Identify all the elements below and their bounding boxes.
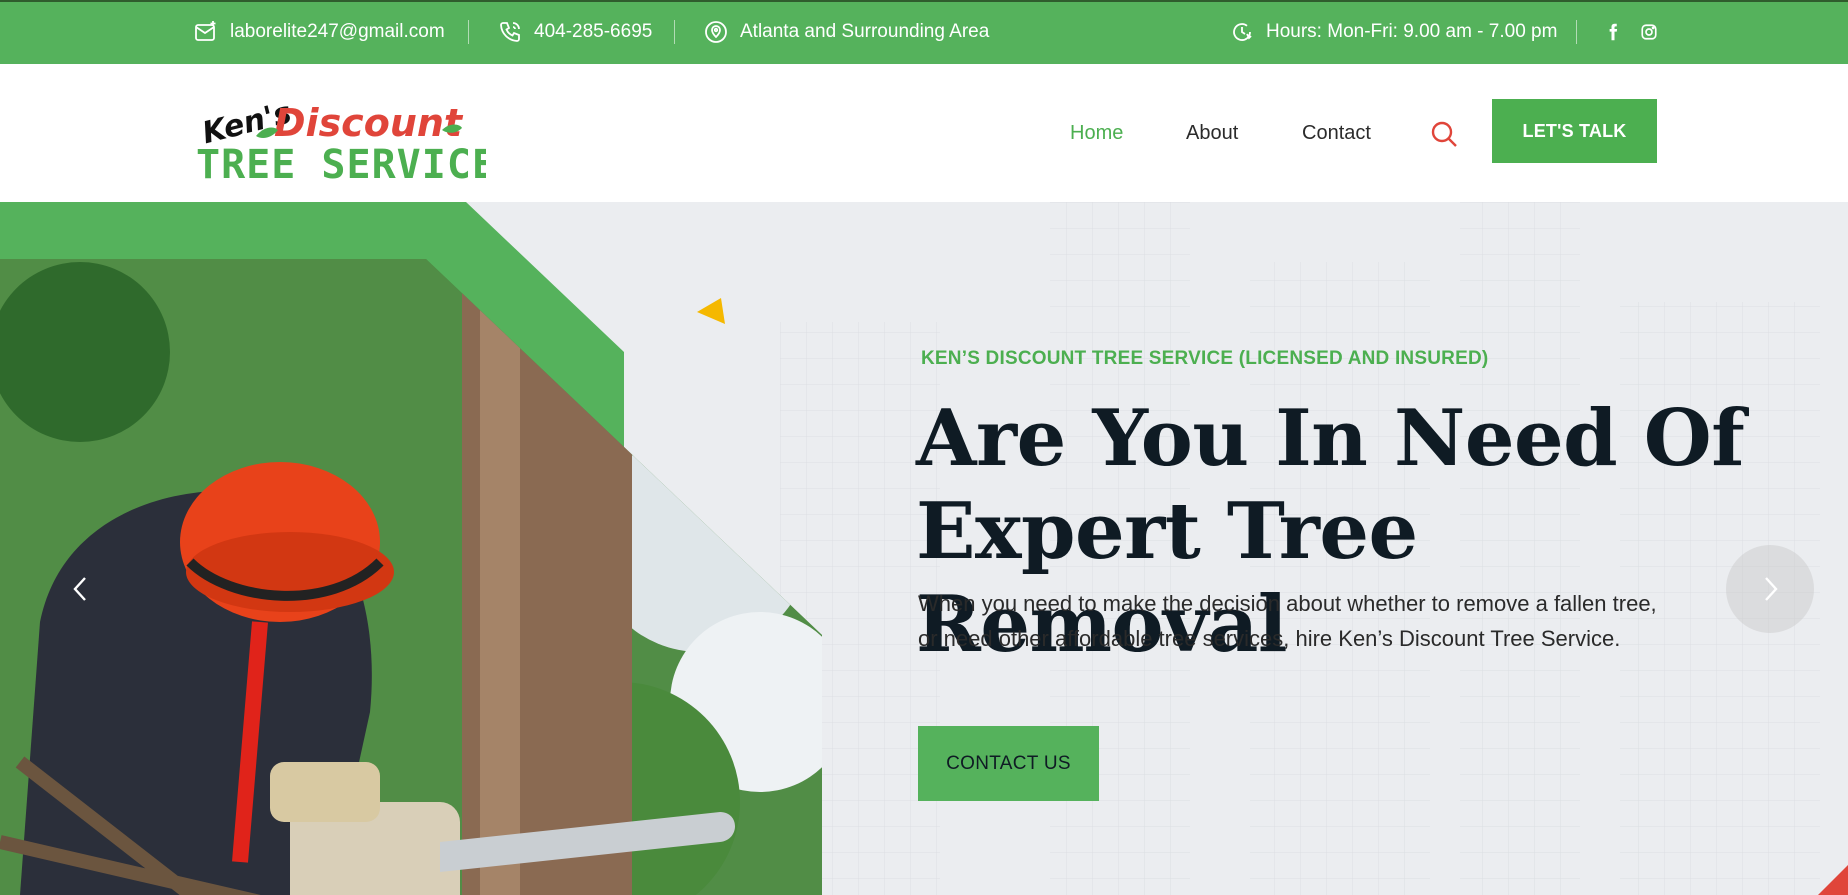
instagram-icon — [1641, 24, 1657, 40]
contact-us-button[interactable]: CONTACT US — [918, 726, 1099, 801]
chevron-right-icon — [1765, 577, 1778, 601]
site-header: Ken's Discount TREE SERVICE Home About C… — [0, 64, 1848, 202]
nav-about[interactable]: About — [1186, 122, 1238, 145]
hours-text: Hours: Mon-Fri: 9.00 am - 7.00 pm — [1266, 21, 1558, 42]
headline-line-1: Are You In Need Of — [916, 393, 1745, 484]
chevron-left-icon — [73, 577, 86, 601]
phone-icon — [500, 22, 520, 42]
search-button[interactable] — [1430, 120, 1458, 148]
hero-description: When you need to make the decision about… — [918, 591, 1657, 651]
email-link[interactable]: laborelite247@gmail.com — [194, 0, 445, 64]
top-bar: laborelite247@gmail.com 404-285-6695 Atl… — [0, 0, 1848, 64]
email-text: laborelite247@gmail.com — [230, 21, 445, 42]
slider-prev-button[interactable] — [66, 574, 96, 604]
svg-text:TREE SERVICE: TREE SERVICE — [196, 142, 486, 186]
lets-talk-button[interactable]: LET'S TALK — [1492, 99, 1657, 163]
hero-subtitle: KEN’S DISCOUNT TREE SERVICE (LICENSED AN… — [921, 348, 1489, 369]
search-icon — [1431, 121, 1457, 147]
facebook-icon — [1609, 23, 1618, 41]
email-icon — [195, 21, 216, 41]
clock-icon — [1233, 23, 1252, 41]
divider — [1576, 20, 1577, 44]
svg-text:Discount: Discount — [274, 101, 464, 145]
divider — [468, 20, 469, 44]
location-info: Atlanta and Surrounding Area — [704, 0, 989, 64]
location-text: Atlanta and Surrounding Area — [740, 21, 990, 42]
decorative-corner — [1818, 865, 1848, 895]
nav-home[interactable]: Home — [1070, 122, 1123, 145]
location-icon — [705, 21, 727, 43]
phone-link[interactable]: 404-285-6695 — [498, 0, 652, 64]
hero-slider: KEN’S DISCOUNT TREE SERVICE (LICENSED AN… — [0, 202, 1848, 895]
phone-text: 404-285-6695 — [534, 21, 653, 42]
hours-info: Hours: Mon-Fri: 9.00 am - 7.00 pm — [1230, 0, 1557, 64]
facebook-link[interactable] — [1601, 20, 1625, 44]
decorative-triangle — [697, 298, 725, 324]
divider — [674, 20, 675, 44]
instagram-link[interactable] — [1637, 20, 1661, 44]
slider-next-button[interactable] — [1726, 545, 1814, 633]
nav-contact[interactable]: Contact — [1302, 122, 1371, 145]
site-logo[interactable]: Ken's Discount TREE SERVICE — [194, 86, 496, 188]
logo-graphic: Ken's Discount TREE SERVICE — [196, 95, 496, 188]
